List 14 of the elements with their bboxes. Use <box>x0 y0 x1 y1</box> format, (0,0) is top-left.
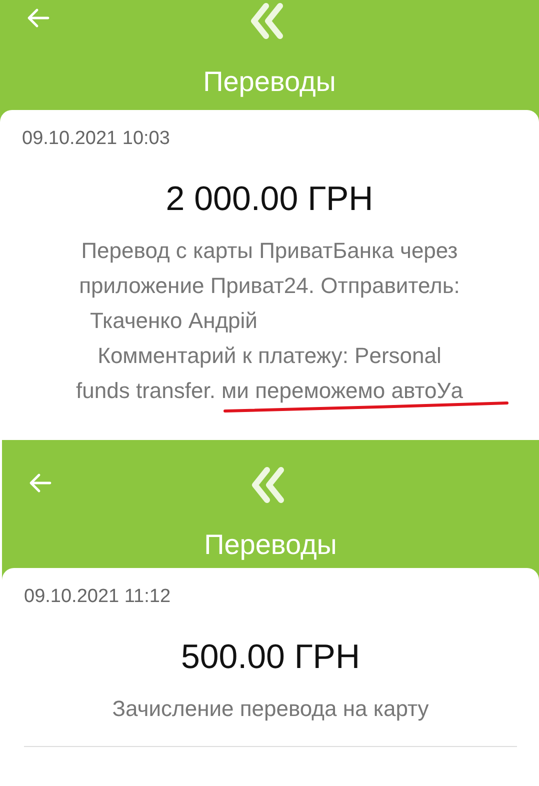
back-arrow-icon[interactable] <box>26 8 50 28</box>
transaction-date: 09.10.2021 10:03 <box>22 128 171 150</box>
description-line: Комментарий к платежу: Personal <box>98 342 442 370</box>
transaction-date: 09.10.2021 11:12 <box>24 586 172 608</box>
description-line: Перевод с карты ПриватБанка через <box>81 237 458 265</box>
description-line: Ткаченко Андрій <box>90 307 258 335</box>
description-line: приложение Приват24. Отправитель: <box>79 272 460 300</box>
description-line: funds transfer. ми переможемо автоУа <box>76 377 463 405</box>
transaction-amount: 500.00 ГРН <box>180 638 362 677</box>
description-line: Зачисление перевода на карту <box>112 695 429 723</box>
transaction-amount: 2 000.00 ГРН <box>164 180 374 219</box>
back-arrow-icon[interactable] <box>28 473 52 493</box>
screen-title: Переводы <box>202 66 337 98</box>
screen-title: Переводы <box>203 529 338 561</box>
